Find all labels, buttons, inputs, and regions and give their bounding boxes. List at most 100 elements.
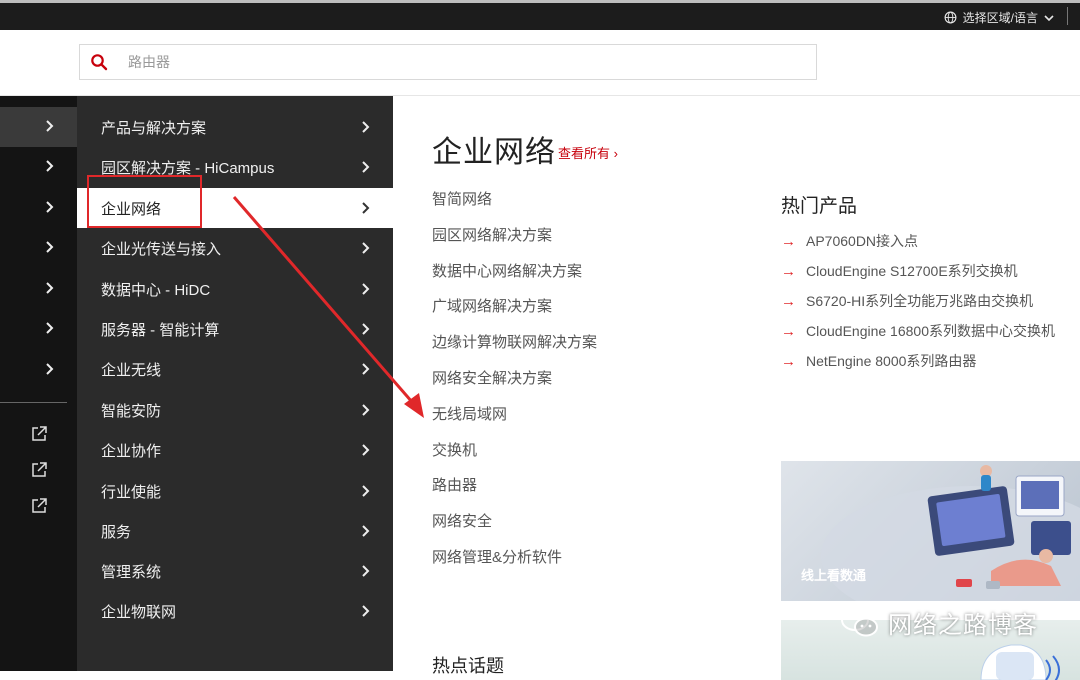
- hot-product-item[interactable]: → AP7060DN接入点: [781, 231, 918, 251]
- hot-product-label: CloudEngine 16800系列数据中心交换机: [806, 323, 1055, 339]
- menu-item[interactable]: 数据中心 - HiDC: [77, 269, 393, 309]
- hot-product-label: CloudEngine S12700E系列交换机: [806, 263, 1018, 279]
- chevron-right-icon: [46, 322, 54, 334]
- wechat-icon: [841, 608, 878, 636]
- watermark: 网络之路博客: [840, 605, 1038, 640]
- solution-link[interactable]: 路由器: [432, 474, 477, 495]
- menu-item-label: 企业网络: [101, 200, 162, 218]
- hot-product-item[interactable]: → NetEngine 8000系列路由器: [781, 351, 976, 371]
- chevron-down-icon: [1044, 14, 1054, 21]
- watermark-text: 网络之路博客: [888, 612, 1038, 639]
- menu-item[interactable]: 企业物联网: [77, 591, 393, 631]
- rail-item[interactable]: [0, 147, 77, 187]
- region-language-selector[interactable]: 选择区域/语言: [944, 7, 1068, 26]
- menu-item[interactable]: 管理系统: [77, 551, 393, 591]
- search-box[interactable]: [79, 44, 817, 80]
- rail-item[interactable]: [0, 350, 77, 390]
- rail-item[interactable]: [0, 269, 77, 309]
- topbar-divider: [1067, 7, 1068, 25]
- globe-icon: [944, 11, 957, 24]
- menu-item-label: 企业协作: [101, 442, 162, 460]
- chevron-right-icon: [362, 161, 370, 173]
- solution-link[interactable]: 交换机: [432, 439, 477, 460]
- menu-item-label: 产品与解决方案: [101, 119, 207, 137]
- chevron-right-icon: [46, 282, 54, 294]
- external-link-icon[interactable]: [30, 461, 48, 479]
- arrow-right-icon: →: [781, 352, 796, 370]
- solution-link[interactable]: 网络管理&分析软件: [432, 546, 562, 567]
- rail-item[interactable]: [0, 188, 77, 228]
- solution-link[interactable]: 智简网络: [432, 188, 492, 209]
- hot-product-item[interactable]: → S6720-HI系列全功能万兆路由交换机: [781, 291, 1033, 311]
- promo-banner[interactable]: 线上看数通: [781, 461, 1080, 601]
- solution-link[interactable]: 数据中心网络解决方案: [432, 260, 582, 281]
- region-label: 选择区域/语言: [962, 11, 1038, 25]
- view-all-link[interactable]: 查看所有 ›: [558, 143, 618, 162]
- arrow-right-icon: →: [781, 232, 796, 250]
- menu-item[interactable]: 企业网络: [77, 188, 393, 228]
- rail-item[interactable]: [0, 107, 77, 147]
- chevron-right-icon: [362, 444, 370, 456]
- chevron-right-icon: [46, 160, 54, 172]
- menu-item-label: 企业物联网: [101, 603, 177, 621]
- menu-item[interactable]: 企业协作: [77, 430, 393, 470]
- menu-item-label: 智能安防: [101, 402, 162, 420]
- chevron-right-icon: [362, 283, 370, 295]
- hot-topics-title: 热点话题: [432, 656, 504, 676]
- menu-item[interactable]: 智能安防: [77, 390, 393, 430]
- chevron-right-icon: [362, 121, 370, 133]
- solution-link[interactable]: 网络安全解决方案: [432, 367, 552, 388]
- top-bar: 选择区域/语言: [0, 0, 1080, 30]
- hot-product-label: NetEngine 8000系列路由器: [806, 353, 977, 369]
- solution-link[interactable]: 边缘计算物联网解决方案: [432, 331, 597, 352]
- chevron-right-icon: [46, 363, 54, 375]
- chevron-right-icon: [362, 202, 370, 214]
- arrow-right-icon: →: [781, 322, 796, 340]
- menu-item[interactable]: 行业使能: [77, 471, 393, 511]
- chevron-right-icon: [362, 605, 370, 617]
- menu-item[interactable]: 企业无线: [77, 349, 393, 389]
- arrow-right-icon: →: [781, 262, 796, 280]
- search-bar-area: [0, 30, 1080, 96]
- external-link-icon[interactable]: [30, 497, 48, 515]
- chevron-right-icon: [362, 242, 370, 254]
- rail-divider: [0, 402, 67, 403]
- chevron-right-icon: [362, 565, 370, 577]
- solution-link[interactable]: 园区网络解决方案: [432, 224, 552, 245]
- menu-item[interactable]: 企业光传送与接入: [77, 228, 393, 268]
- search-icon[interactable]: [90, 53, 108, 71]
- banner-text: 线上看数通: [801, 568, 867, 583]
- menu-item-label: 服务器 - 智能计算: [101, 321, 220, 339]
- hot-product-item[interactable]: → CloudEngine S12700E系列交换机: [781, 261, 1018, 281]
- solution-link[interactable]: 广域网络解决方案: [432, 295, 552, 316]
- menu-item-label: 企业光传送与接入: [101, 240, 222, 258]
- menu-item-label: 数据中心 - HiDC: [101, 281, 211, 299]
- menu-item-label: 企业无线: [101, 361, 162, 379]
- arrow-right-icon: →: [781, 292, 796, 310]
- solution-link[interactable]: 无线局域网: [432, 403, 507, 424]
- menu-item[interactable]: 产品与解决方案: [77, 107, 393, 147]
- hot-product-label: AP7060DN接入点: [806, 233, 919, 249]
- rail-item[interactable]: [0, 309, 77, 349]
- menu-item[interactable]: 服务: [77, 511, 393, 551]
- hot-product-item[interactable]: → CloudEngine 16800系列数据中心交换机: [781, 321, 1055, 341]
- chevron-right-icon: [362, 525, 370, 537]
- chevron-right-icon: [362, 404, 370, 416]
- menu-item-label: 行业使能: [101, 483, 162, 501]
- solution-link[interactable]: 网络安全: [432, 510, 492, 531]
- menu-item-label: 管理系统: [101, 563, 162, 581]
- menu-item-label: 服务: [101, 523, 132, 541]
- menu-item[interactable]: 服务器 - 智能计算: [77, 309, 393, 349]
- rail-item[interactable]: [0, 228, 77, 268]
- left-category-rail: [0, 96, 77, 671]
- chevron-right-icon: [362, 485, 370, 497]
- product-category-menu: 产品与解决方案园区解决方案 - HiCampus 企业网络企业光传送与接入 数据中心…: [77, 96, 393, 671]
- hot-products-title: 热门产品: [781, 196, 858, 217]
- hot-product-label: S6720-HI系列全功能万兆路由交换机: [806, 293, 1034, 309]
- external-link-icon[interactable]: [30, 425, 48, 443]
- chevron-right-icon: [362, 323, 370, 335]
- search-input[interactable]: [128, 51, 788, 73]
- chevron-right-icon: [362, 363, 370, 375]
- main-panel: 企业网络 查看所有 › 智简网络 园区网络解决方案 数据中心网络解决方案 广域网络解决…: [393, 96, 1080, 680]
- menu-item[interactable]: 园区解决方案 - HiCampus: [77, 147, 393, 187]
